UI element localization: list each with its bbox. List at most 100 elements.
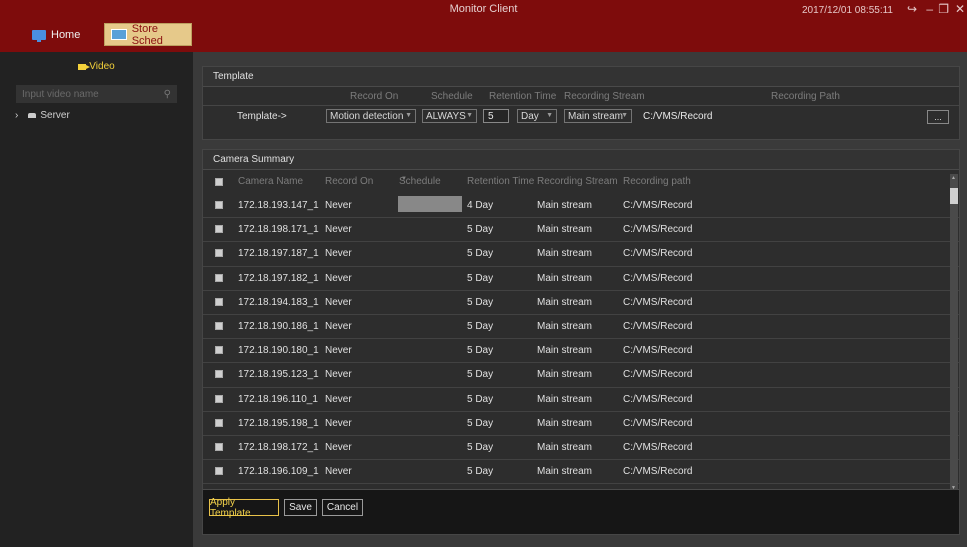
row-checkbox[interactable] (215, 346, 223, 355)
table-row[interactable]: 172.18.194.183_1 Never 5 Day Main stream C:/… (203, 291, 959, 315)
table-row[interactable]: 172.18.196.109_1 Never 5 Day Main stream C:/… (203, 460, 959, 485)
record-on-cell: Never (325, 296, 352, 308)
path-cell: C:/VMS/Record (623, 200, 693, 211)
template-row-label: Template-> (237, 111, 287, 122)
table-row[interactable]: 172.18.198.171_1 Never 5 Day Main stream C:/… (203, 218, 959, 243)
retention-cell: 5 Day (467, 441, 494, 453)
record-on-cell: Never (325, 393, 352, 405)
path-cell: C:/VMS/Record (623, 345, 693, 357)
record-on-cell: Never (325, 466, 352, 478)
scroll-up-icon[interactable]: ▲ (951, 175, 956, 181)
retention-cell: 5 Day (467, 296, 494, 308)
retention-cell: 5 Day (467, 369, 494, 381)
record-on-select[interactable]: Motion detection ▼ (326, 109, 416, 123)
video-search-input[interactable] (22, 88, 164, 100)
record-on-cell: Never (325, 369, 352, 381)
table-row[interactable]: 172.18.197.182_1 Never 5 Day Main stream C:/… (203, 267, 959, 291)
row-checkbox[interactable] (215, 297, 223, 306)
path-cell: C:/VMS/Record (623, 248, 693, 260)
video-section-tab[interactable]: Video (0, 52, 193, 81)
retention-cell: 5 Day (467, 466, 494, 478)
retention-unit-select[interactable]: Day ▼ (517, 109, 557, 123)
col-path[interactable]: Recording path (623, 176, 691, 187)
tab-home[interactable]: Home (32, 23, 100, 46)
col-stream[interactable]: Recording Stream (537, 176, 618, 187)
table-row[interactable]: 172.18.197.187_1 Never 5 Day Main stream C:/… (203, 242, 959, 267)
stream-value: Main stream (568, 110, 624, 122)
path-cell: C:/VMS/Record (623, 369, 693, 381)
monitor-icon (32, 29, 46, 42)
minimize-icon[interactable]: – (926, 2, 933, 16)
server-icon (28, 112, 37, 118)
row-checkbox[interactable] (215, 249, 223, 258)
close-icon[interactable]: ✕ (955, 2, 965, 16)
table-row[interactable]: 172.18.190.180_1 Never 5 Day Main stream C:/… (203, 339, 959, 364)
stream-cell: Main stream (537, 296, 593, 308)
col-record-on[interactable]: Record On (325, 176, 373, 187)
vertical-scrollbar[interactable]: ▲ ▼ (950, 174, 958, 492)
schedule-value: ALWAYS (426, 110, 466, 122)
row-checkbox[interactable] (215, 394, 223, 403)
retention-cell: 5 Day (467, 320, 494, 332)
tree-item-server[interactable]: › Server (0, 108, 193, 122)
retention-cell: 5 Day (467, 393, 494, 405)
row-checkbox[interactable] (215, 201, 223, 209)
template-col-retention: Retention Time (489, 91, 557, 102)
title-bar: Monitor Client 2017/12/01 08:55:11 ↪ – ❐… (0, 0, 967, 52)
col-camera-name[interactable]: Camera Name (238, 176, 303, 187)
camera-name-cell: 172.18.195.123_1 (238, 369, 319, 381)
save-button[interactable]: Save (284, 499, 317, 516)
record-on-cell: Never (325, 248, 352, 260)
restore-icon[interactable]: ❐ (938, 2, 949, 16)
row-checkbox[interactable] (215, 321, 223, 330)
table-row[interactable]: 172.18.198.172_1 Never 5 Day Main stream C:/… (203, 436, 959, 461)
camera-name-cell: 172.18.198.171_1 (238, 224, 319, 236)
stream-cell: Main stream (537, 224, 593, 236)
scroll-thumb[interactable] (950, 188, 958, 204)
row-checkbox[interactable] (215, 442, 223, 451)
cancel-button[interactable]: Cancel (322, 499, 363, 516)
tab-store-sched[interactable]: Store Sched (104, 23, 192, 47)
table-row[interactable]: 172.18.196.110_1 Never 5 Day Main stream C:/… (203, 388, 959, 412)
path-cell: C:/VMS/Record (623, 466, 693, 478)
dropdown-arrow-icon: ▼ (621, 112, 628, 119)
storage-icon (111, 29, 127, 40)
retention-cell: 5 Day (467, 345, 494, 357)
row-checkbox[interactable] (215, 225, 223, 234)
search-icon[interactable]: ⚲ (164, 89, 171, 100)
server-label: Server (40, 109, 70, 121)
browse-path-button[interactable]: ... (927, 110, 949, 124)
stream-cell: Main stream (537, 417, 593, 429)
path-cell: C:/VMS/Record (623, 296, 693, 308)
table-row[interactable]: 172.18.195.198_1 Never 5 Day Main stream C:/… (203, 412, 959, 436)
table-row[interactable]: 172.18.195.123_1 Never 5 Day Main stream C:/… (203, 363, 959, 388)
select-all-checkbox[interactable] (215, 178, 223, 186)
row-checkbox[interactable] (215, 467, 223, 476)
chevron-right-icon[interactable]: › (15, 110, 18, 121)
schedule-cell-selected[interactable] (398, 196, 462, 212)
template-row: Template-> Motion detection ▼ ALWAYS ▼ D… (203, 105, 959, 128)
table-row[interactable]: 172.18.193.147_1 Never 4 Day Main stream C:/… (203, 194, 959, 219)
stream-select[interactable]: Main stream ▼ (564, 109, 632, 123)
clock: 2017/12/01 08:55:11 (801, 5, 893, 16)
record-on-cell: Never (325, 272, 352, 284)
col-retention[interactable]: Retention Time (467, 176, 534, 187)
row-checkbox[interactable] (215, 418, 223, 427)
retention-value-input[interactable] (483, 109, 509, 123)
stream-cell: Main stream (537, 248, 593, 260)
stream-cell: Main stream (537, 320, 593, 332)
row-checkbox[interactable] (215, 370, 223, 379)
schedule-select[interactable]: ALWAYS ▼ (422, 109, 477, 123)
path-cell: C:/VMS/Record (623, 320, 693, 332)
logout-icon[interactable]: ↪ (907, 2, 917, 16)
row-checkbox[interactable] (215, 273, 223, 282)
apply-template-button[interactable]: Apply Template (209, 497, 279, 519)
col-schedule[interactable]: Schedule (399, 176, 441, 187)
template-col-path: Recording Path (771, 91, 840, 102)
stream-cell: Main stream (537, 345, 593, 357)
stream-cell: Main stream (537, 200, 593, 211)
camera-summary-title: Camera Summary (203, 150, 959, 170)
table-row[interactable]: 172.18.190.186_1 Never 5 Day Main stream C:/… (203, 315, 959, 340)
path-cell: C:/VMS/Record (623, 417, 693, 429)
retention-cell: 5 Day (467, 417, 494, 429)
